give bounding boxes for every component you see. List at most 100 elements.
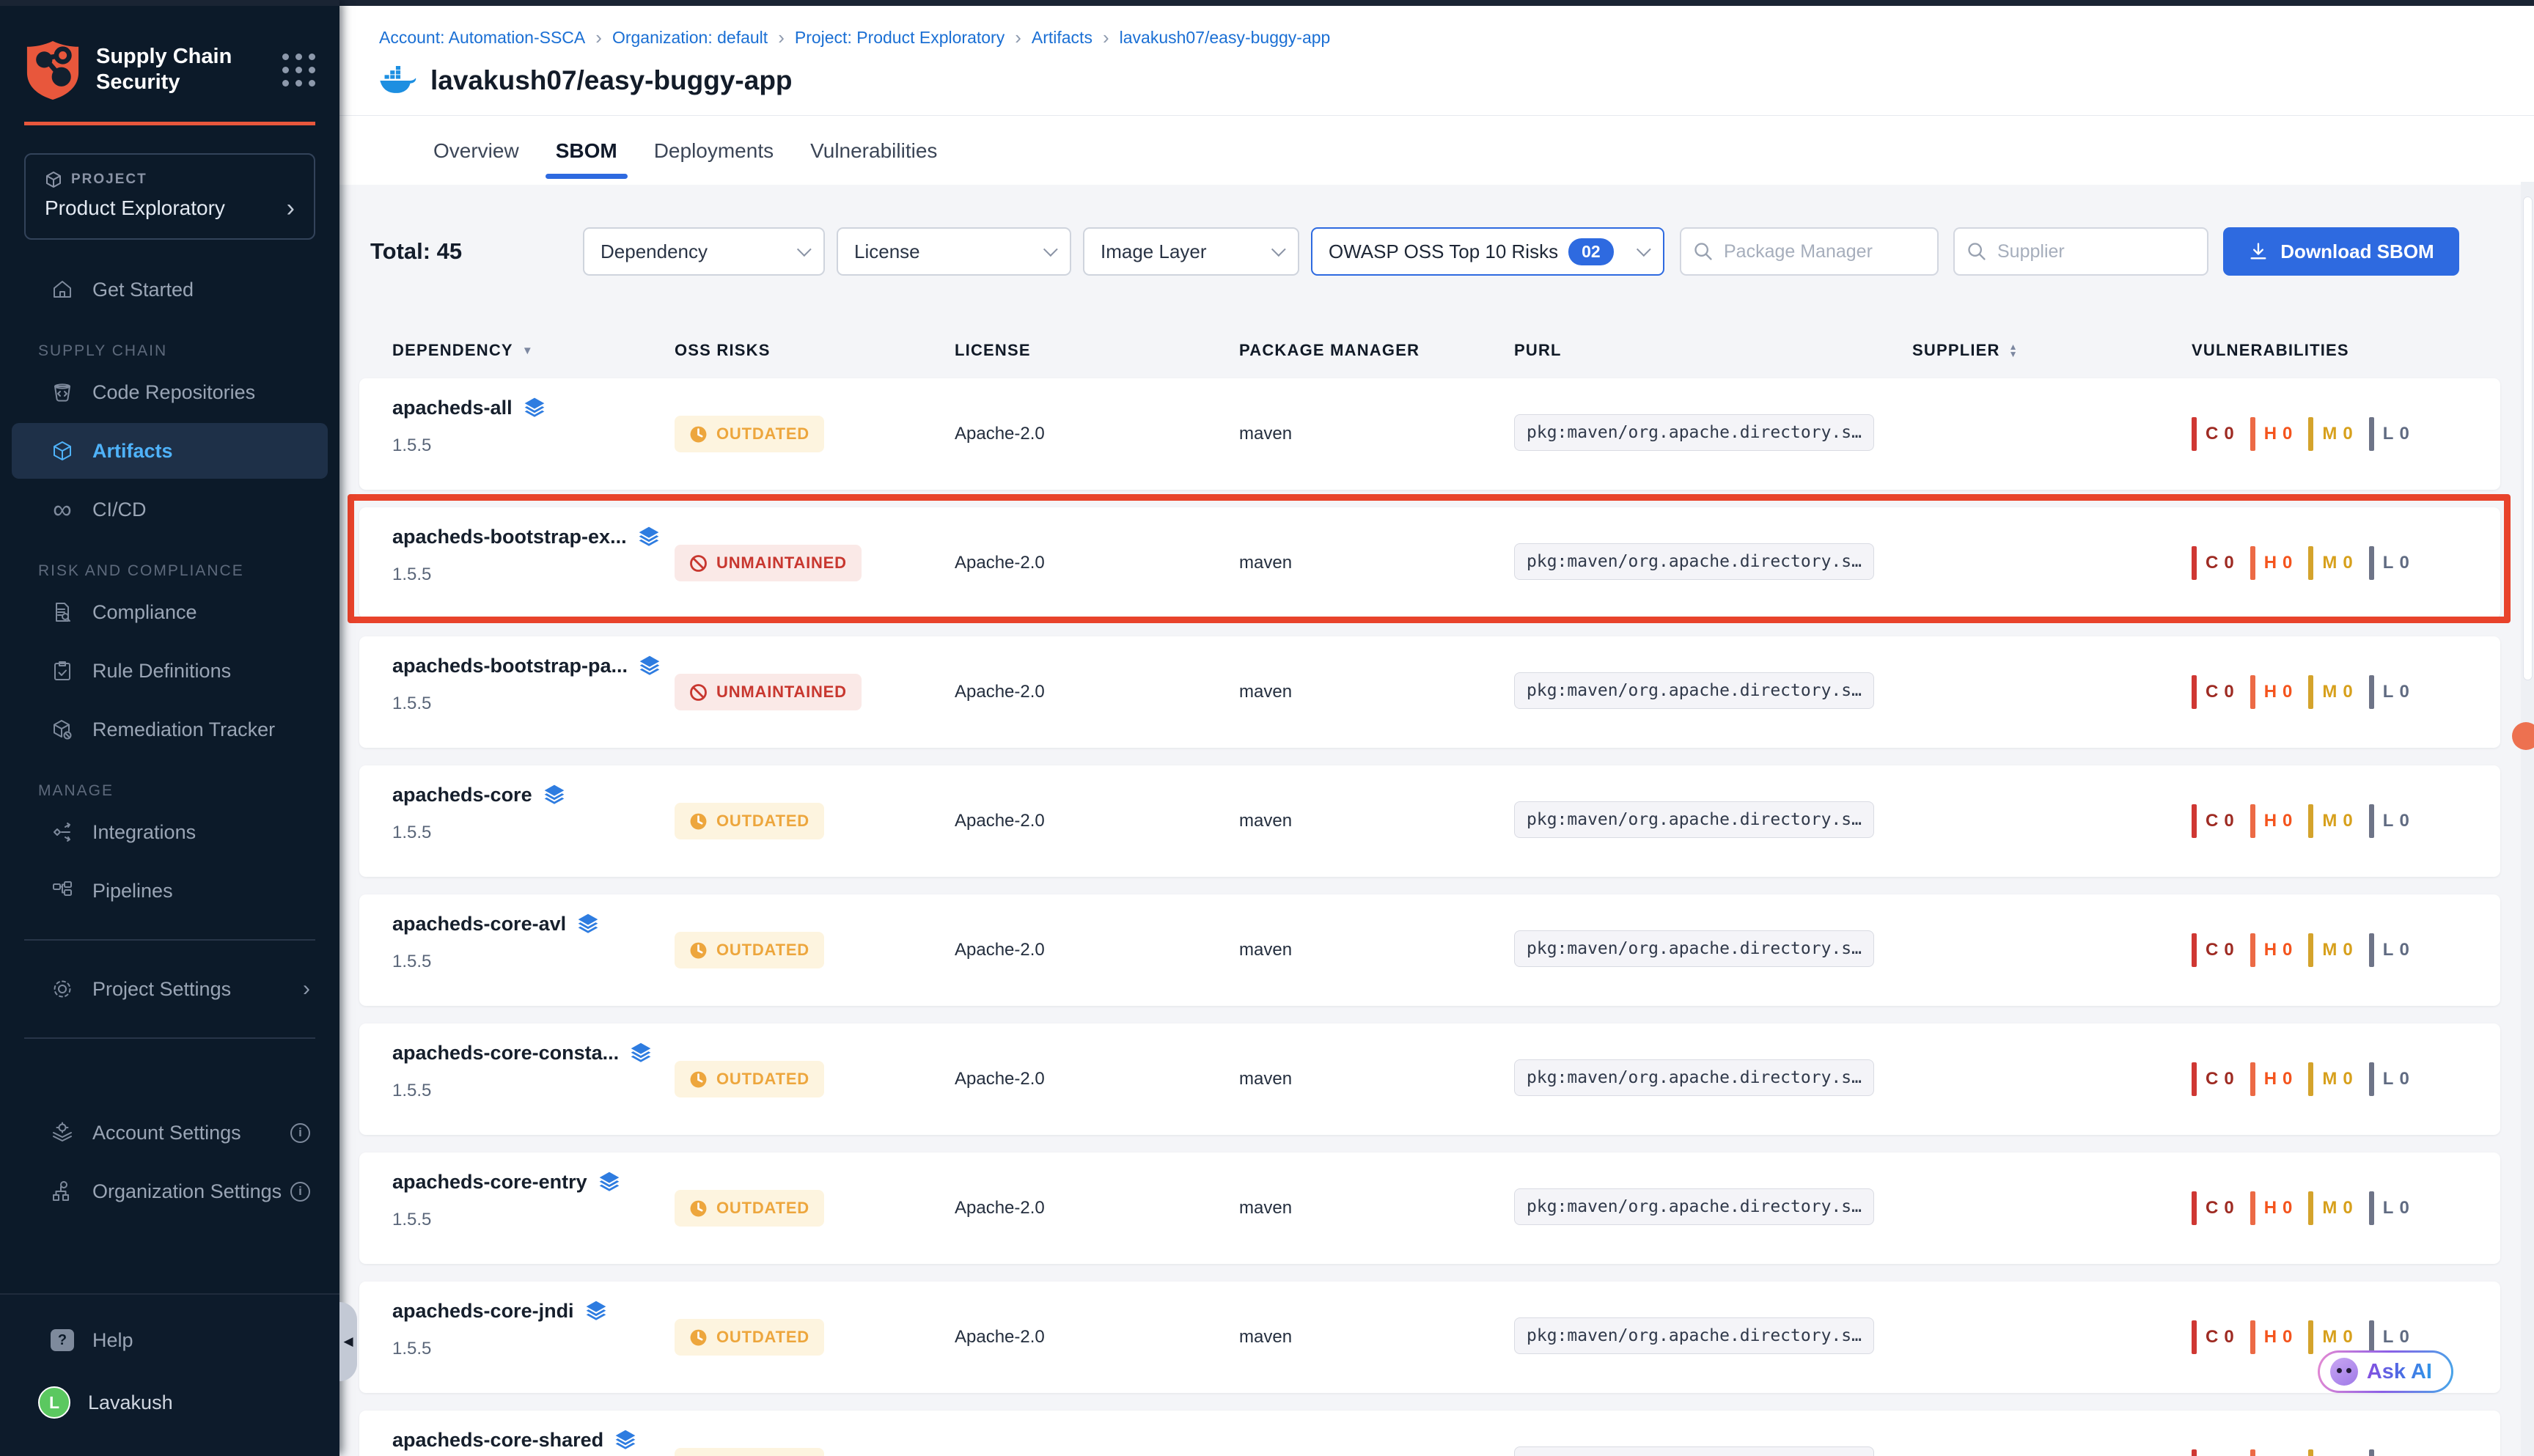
low-count: L0 [2369,804,2409,838]
medium-count: M0 [2308,546,2352,580]
purl-value[interactable]: pkg:maven/org.apache.directory.s… [1514,414,1874,451]
docker-icon [379,66,417,95]
column-header-dependency[interactable]: DEPENDENCY▼ [392,341,675,360]
scrollbar-thumb[interactable] [2523,196,2533,680]
medium-count: M0 [2308,1062,2352,1096]
ai-robot-icon [2330,1358,2358,1386]
image-layer-filter-select[interactable]: Image Layer [1083,227,1299,276]
low-count: L0 [2369,417,2409,451]
scrollbar-track[interactable] [2521,182,2534,1456]
sidebar-item-integrations[interactable]: Integrations [12,804,328,860]
layers-icon [523,396,546,419]
vulnerabilities-cell: C0 H0 M0 L0 [2192,1449,2500,1456]
dependency-version: 1.5.5 [392,1081,675,1101]
sidebar-item-get-started[interactable]: Get Started [12,262,328,317]
breadcrumb-organization[interactable]: Organization: default [612,28,768,48]
high-count: H0 [2250,1062,2293,1096]
module-grid-icon[interactable] [282,54,315,87]
oss-risk-label: UNMAINTAINED [716,683,847,702]
sidebar-collapse-handle[interactable]: ◀ [339,1302,357,1381]
table-row[interactable]: apacheds-core-entry 1.5.5 OUTDATED Apach… [359,1152,2500,1264]
table-row[interactable]: apacheds-bootstrap-pa... 1.5.5 UNMAINTAI… [359,636,2500,748]
sidebar-item-compliance[interactable]: Compliance [12,584,328,640]
purl-value[interactable]: pkg:maven/org.apache.directory.s… [1514,1317,1874,1354]
tab-sbom[interactable]: SBOM [546,139,628,185]
owasp-count-badge: 02 [1568,238,1614,265]
purl-cell: pkg:maven/org.apache.directory.s… [1514,672,1912,713]
breadcrumb-artifacts[interactable]: Artifacts [1032,28,1092,48]
purl-value[interactable]: pkg:maven/org.apache.directory.s… [1514,1188,1874,1225]
package-manager-cell: maven [1239,553,1514,573]
table-row[interactable]: apacheds-core-shared 1.5.5 OUTDATED Apac… [359,1411,2500,1456]
sidebar-item-rule-definitions[interactable]: Rule Definitions [12,643,328,699]
column-header-supplier[interactable]: SUPPLIER▲▼ [1912,341,2192,360]
dependency-name: apacheds-core-jndi [392,1300,574,1323]
purl-value[interactable]: pkg:maven/org.apache.directory.s… [1514,672,1874,709]
project-selector[interactable]: PROJECT Product Exploratory › [24,153,315,240]
tab-overview[interactable]: Overview [423,139,529,185]
column-header-license: LICENSE [955,341,1239,360]
package-manager-cell: maven [1239,682,1514,702]
table-row[interactable]: apacheds-core-jndi 1.5.5 OUTDATED Apache… [359,1282,2500,1393]
column-header-purl: PURL [1514,341,1912,360]
purl-cell: pkg:maven/org.apache.directory.s… [1514,1059,1912,1100]
help-chat-icon: ? [50,1328,75,1353]
sidebar-item-organization-settings[interactable]: Organization Settings i [12,1163,328,1219]
dependency-name: apacheds-all [392,397,513,419]
clock-icon [689,1199,708,1218]
table-row[interactable]: apacheds-all 1.5.5 OUTDATED Apache-2.0 m… [359,378,2500,490]
high-count: H0 [2250,933,2293,967]
pipelines-icon [50,878,75,903]
sidebar-item-cicd[interactable]: ∞ CI/CD [12,482,328,537]
sidebar-item-code-repositories[interactable]: Code Repositories [12,364,328,420]
layers-icon [576,912,600,935]
info-icon[interactable]: i [290,1123,310,1143]
critical-count: C0 [2192,1320,2234,1354]
sidebar-item-pipelines[interactable]: Pipelines [12,863,328,919]
sidebar-item-project-settings[interactable]: Project Settings › [12,961,328,1017]
owasp-risks-filter-select[interactable]: OWASP OSS Top 10 Risks 02 [1311,227,1664,276]
dependency-name: apacheds-bootstrap-ex... [392,526,627,548]
purl-value[interactable]: pkg:maven/org.apache.directory.s… [1514,930,1874,967]
medium-count: M0 [2308,1191,2352,1225]
purl-value[interactable]: pkg:maven/org.apache.directory.s… [1514,543,1874,580]
user-name: Lavakush [88,1391,173,1414]
table-row[interactable]: apacheds-core-avl 1.5.5 OUTDATED Apache-… [359,894,2500,1006]
breadcrumb-project[interactable]: Project: Product Exploratory [795,28,1005,48]
project-name: Product Exploratory [45,196,225,220]
sidebar-item-help[interactable]: ? Help [12,1312,328,1368]
purl-value[interactable]: pkg:maven/org.apache.directory.s… [1514,801,1874,838]
dependency-version: 1.5.5 [392,435,675,456]
table-row[interactable]: apacheds-core 1.5.5 OUTDATED Apache-2.0 … [359,765,2500,877]
sidebar-item-account-settings[interactable]: Account Settings i [12,1105,328,1161]
dependency-cell: apacheds-core-shared 1.5.5 [392,1428,675,1456]
user-menu[interactable]: L Lavakush [0,1371,339,1434]
search-icon [1693,241,1714,262]
license-cell: Apache-2.0 [955,940,1239,960]
column-header-vulnerabilities: VULNERABILITIES [2192,341,2500,360]
tab-vulnerabilities[interactable]: Vulnerabilities [800,139,947,185]
toolbar: Total: 45 Dependency License Image Layer… [359,227,2534,276]
dependency-filter-select[interactable]: Dependency [583,227,825,276]
table-row[interactable]: apacheds-bootstrap-ex... 1.5.5 UNMAINTAI… [359,507,2500,619]
critical-count: C0 [2192,804,2234,838]
purl-value[interactable]: pkg:maven/org.apache.directory.s… [1514,1446,1874,1456]
dependency-cell: apacheds-core-entry 1.5.5 [392,1170,675,1230]
table-row[interactable]: apacheds-core-consta... 1.5.5 OUTDATED A… [359,1023,2500,1135]
package-manager-cell: maven [1239,1198,1514,1218]
supplier-input[interactable] [1953,227,2208,276]
sidebar-item-remediation-tracker[interactable]: Remediation Tracker [12,702,328,757]
info-icon[interactable]: i [290,1182,310,1202]
license-filter-select[interactable]: License [837,227,1071,276]
search-icon [1966,241,1987,262]
breadcrumb-artifact-name[interactable]: lavakush07/easy-buggy-app [1120,28,1331,48]
package-manager-input[interactable] [1680,227,1939,276]
tab-deployments[interactable]: Deployments [644,139,784,185]
sidebar-item-artifacts[interactable]: Artifacts [12,423,328,479]
ask-ai-button[interactable]: Ask AI [2318,1350,2453,1393]
download-sbom-button[interactable]: Download SBOM [2223,227,2459,276]
breadcrumb-account[interactable]: Account: Automation-SSCA [379,28,585,48]
high-count: H0 [2250,675,2293,709]
dependency-version: 1.5.5 [392,823,675,843]
purl-value[interactable]: pkg:maven/org.apache.directory.s… [1514,1059,1874,1096]
